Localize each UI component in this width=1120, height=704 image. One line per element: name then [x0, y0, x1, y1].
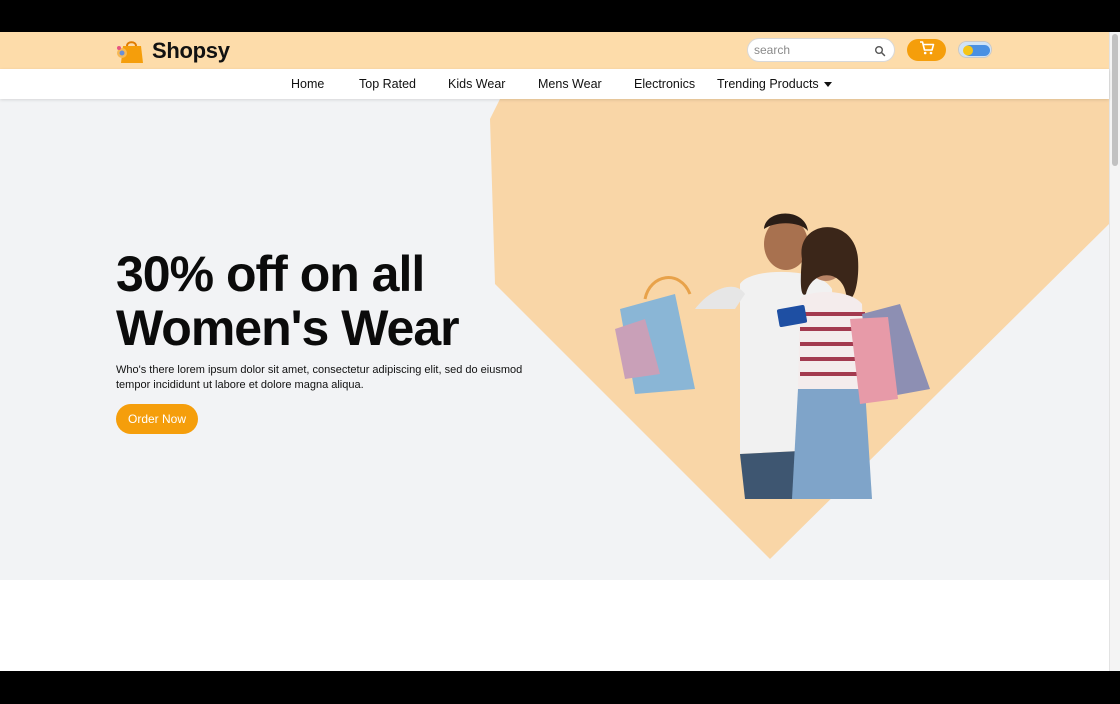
cart-icon	[919, 40, 935, 60]
theme-toggle-switch[interactable]	[958, 41, 992, 58]
hero-title-line-1: 30% off on all	[116, 246, 425, 302]
search-input[interactable]	[754, 43, 864, 57]
theme-toggle-icon	[959, 42, 991, 57]
nav-menu: Home Top Rated Kids Wear Mens Wear Elect…	[0, 69, 1109, 99]
hero-title: 30% off on all Women's Wear	[116, 247, 576, 355]
scrollbar-thumb[interactable]	[1112, 34, 1118, 166]
top-header: Shopsy	[0, 32, 1109, 69]
nav-item-trending-products[interactable]: Trending Products	[717, 77, 832, 91]
nav-item-mens-wear[interactable]: Mens Wear	[538, 77, 602, 91]
browser-viewport: Shopsy search Home Top Rated Kids Wear M…	[0, 32, 1120, 671]
brand-logo[interactable]: Shopsy	[116, 37, 230, 65]
nav-item-kids-wear[interactable]: Kids Wear	[448, 77, 505, 91]
shopping-bag-icon	[116, 38, 146, 64]
caret-down-icon	[823, 82, 832, 88]
search-box[interactable]	[747, 38, 895, 62]
hero-title-line-2: Women's Wear	[116, 300, 460, 356]
search-icon[interactable]	[874, 44, 886, 57]
nav-item-electronics[interactable]: Electronics	[634, 77, 695, 91]
main-navbar: Home Top Rated Kids Wear Mens Wear Elect…	[0, 69, 1109, 99]
cart-button[interactable]	[907, 39, 946, 61]
brand-name: Shopsy	[152, 38, 230, 63]
hero-description: Who's there lorem ipsum dolor sit amet, …	[116, 364, 523, 391]
nav-item-top-rated[interactable]: Top Rated	[359, 77, 416, 91]
hero-section: 30% off on all Women's Wear Who's there …	[0, 99, 1109, 580]
hero-couple-shopping-image	[600, 199, 960, 499]
order-now-button[interactable]: Order Now	[116, 404, 198, 434]
page-scrollbar[interactable]	[1109, 32, 1120, 671]
nav-item-label: Trending Products	[717, 77, 819, 91]
nav-item-home[interactable]: Home	[291, 77, 324, 91]
